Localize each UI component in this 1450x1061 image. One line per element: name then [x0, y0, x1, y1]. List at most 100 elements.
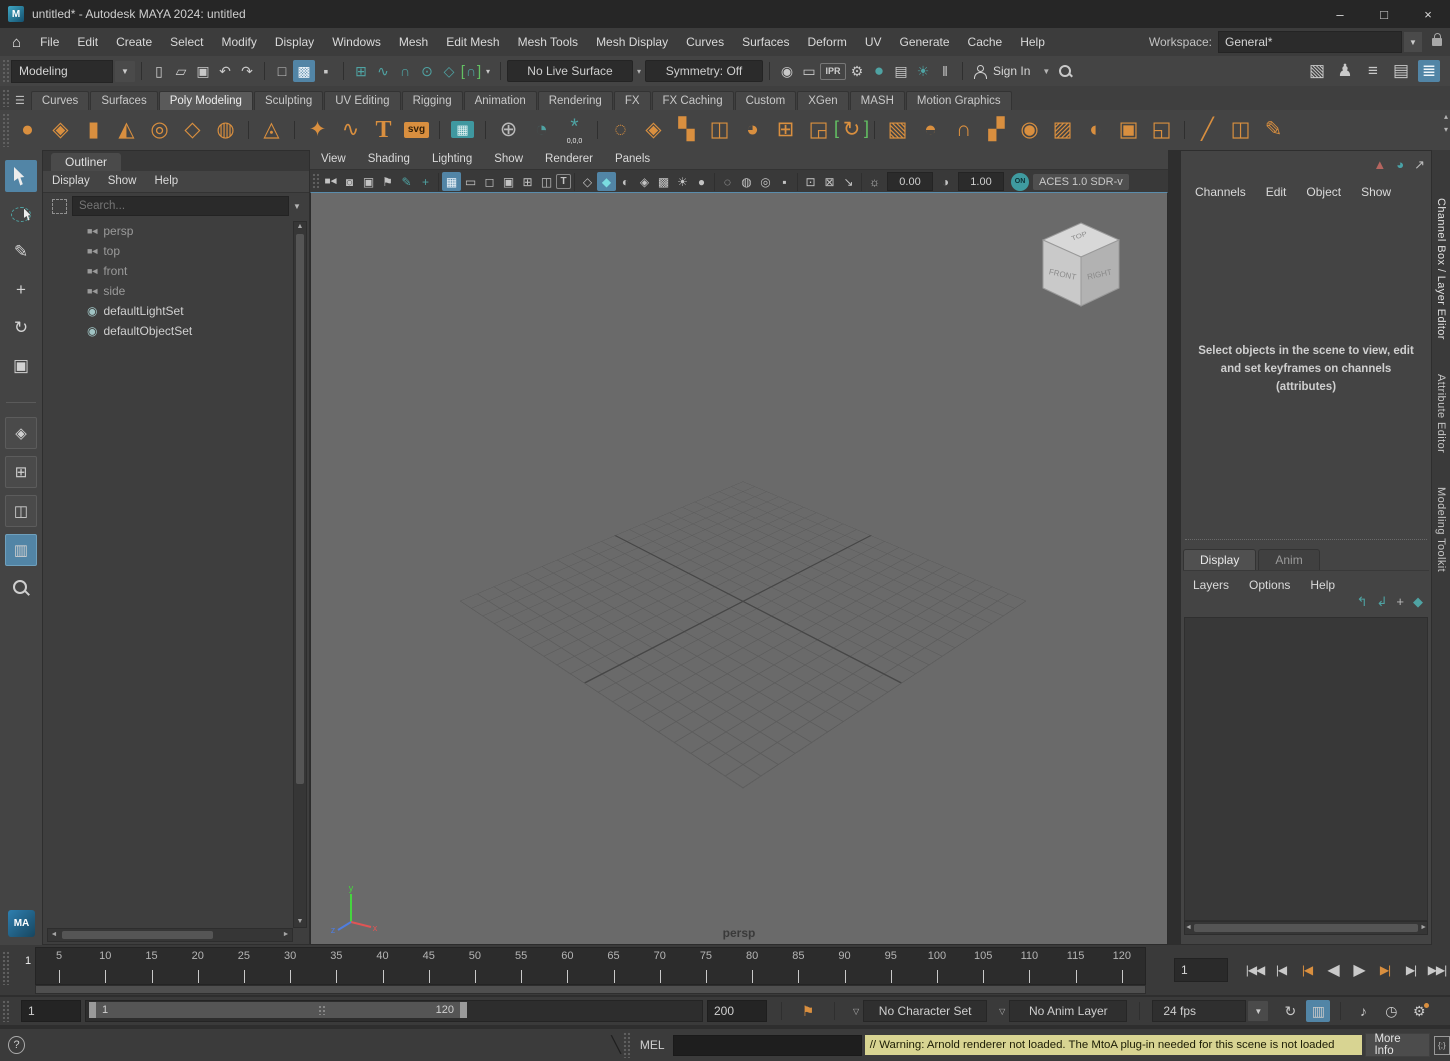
smooth-shade-button[interactable]: ◆	[597, 172, 616, 191]
shelf-scroll-arrows[interactable]: ▴ ▾	[1444, 112, 1448, 134]
plane-slice-button[interactable]: ↘	[839, 172, 858, 191]
step-forward-key-button[interactable]: ▶|	[1372, 957, 1398, 983]
viewport-menu-item[interactable]: Show	[483, 146, 534, 173]
scale-tool[interactable]: ▣	[5, 350, 37, 382]
resize-grip-icon[interactable]: ╲	[611, 1035, 621, 1055]
pivot-icon[interactable]: +	[416, 172, 435, 191]
shelf-tab[interactable]: Poly Modeling	[159, 91, 253, 110]
shadows-button[interactable]: ●	[692, 172, 711, 191]
snap-to-view-plane-button[interactable]: ◇	[438, 60, 460, 82]
use-all-lights-button[interactable]: ◈	[635, 172, 654, 191]
step-back-key-button[interactable]: |◀	[1294, 957, 1320, 983]
shelf-tab[interactable]: MASH	[850, 91, 905, 110]
pause-viewport-button[interactable]: ‖	[934, 60, 956, 82]
poly-helix-icon[interactable]: ∿	[334, 113, 367, 147]
menu-item[interactable]: Edit Mesh	[437, 29, 508, 56]
scrollbar-thumb[interactable]	[1194, 924, 1418, 932]
viewport-menu-item[interactable]: Shading	[357, 146, 421, 173]
search-icon[interactable]	[1058, 64, 1073, 79]
sculpt-pen-icon[interactable]: ✎	[1257, 113, 1290, 147]
playback-options-button[interactable]: ▥	[1306, 1000, 1330, 1022]
evaluation-mode-button[interactable]: ⚙	[1407, 1000, 1431, 1022]
layer-editor-button[interactable]: ≣	[1418, 60, 1440, 82]
color-management-toggle[interactable]: ON	[1011, 173, 1029, 191]
live-surface-field[interactable]: No Live Surface	[507, 60, 633, 82]
symmetry-field[interactable]: Symmetry: Off	[645, 60, 763, 82]
gamma-icon[interactable]: ◑	[936, 172, 955, 191]
channel-box-button[interactable]: ≡	[1362, 60, 1384, 82]
render-view-button[interactable]: ◉	[776, 60, 798, 82]
new-scene-button[interactable]: ▯	[148, 60, 170, 82]
channel-box-menu-item[interactable]: Channels	[1185, 179, 1256, 206]
shelf-tab[interactable]: Rigging	[402, 91, 463, 110]
poly-disc-icon[interactable]: ◍	[209, 113, 242, 147]
menu-item[interactable]: UV	[856, 29, 891, 56]
play-backwards-button[interactable]: ◀	[1320, 957, 1346, 983]
range-center-grip[interactable]	[318, 1005, 326, 1015]
outliner-vertical-scrollbar[interactable]: ▲ ▼	[293, 221, 307, 928]
current-frame-field[interactable]	[1174, 958, 1228, 982]
render-current-frame-button[interactable]: ▭	[798, 60, 820, 82]
search-caret-icon[interactable]: ▼	[289, 202, 305, 211]
animation-start-field[interactable]	[21, 1000, 81, 1022]
workspace-lock-icon[interactable]	[1432, 38, 1442, 46]
panel-splitter[interactable]	[1185, 539, 1427, 540]
anim-layer-select[interactable]: No Anim Layer	[1009, 1000, 1127, 1022]
outliner-menu-item[interactable]: Show	[99, 168, 146, 195]
make-object-live-button[interactable]: ∩	[460, 60, 482, 82]
layer-editor-scrollbar[interactable]: ◄ ►	[1184, 921, 1428, 935]
safe-action-button[interactable]: ◫	[537, 172, 556, 191]
motion-blur-button[interactable]: ◍	[737, 172, 756, 191]
undo-button[interactable]: ↶	[214, 60, 236, 82]
xray-button[interactable]: ⊡	[801, 172, 820, 191]
script-editor-button[interactable]: {;}	[1434, 1036, 1450, 1055]
grid-toggle-button[interactable]: ▦	[442, 172, 461, 191]
paint-select-tool[interactable]: ✎	[5, 236, 37, 268]
outliner-persp-layout-button[interactable]: ▥	[5, 534, 37, 566]
channel-box-menu-item[interactable]: Show	[1351, 179, 1401, 206]
outliner-item[interactable]: ◉defaultLightSet	[47, 301, 293, 321]
resolution-gate-button[interactable]: ◻	[480, 172, 499, 191]
extrude-icon[interactable]: ▧	[881, 113, 914, 147]
exposure-field[interactable]: 0.00	[887, 172, 933, 191]
time-ruler[interactable]: 5101520253035404550556065707580859095100…	[35, 947, 1146, 985]
camera-attributes-icon[interactable]: ▣	[359, 172, 378, 191]
textured-button[interactable]: ◐	[616, 172, 635, 191]
uv-editor-icon[interactable]: ▦	[446, 113, 479, 147]
menu-item[interactable]: Generate	[890, 29, 958, 56]
shelf-scroll-down-icon[interactable]: ▾	[1444, 125, 1448, 134]
poly-cylinder-icon[interactable]: ▮	[77, 113, 110, 147]
select-tool[interactable]	[5, 160, 37, 192]
lasso-tool[interactable]	[5, 198, 37, 230]
audio-button[interactable]: ♪	[1351, 1000, 1375, 1022]
sign-in-button[interactable]: Sign In ▼	[969, 60, 1058, 82]
poly-sphere-icon[interactable]: ●	[11, 113, 44, 147]
step-back-frame-button[interactable]: |◀	[1268, 957, 1294, 983]
light-editor-button[interactable]: ☀	[912, 60, 934, 82]
gamma-field[interactable]: 1.00	[958, 172, 1004, 191]
two-pane-layout-button[interactable]: ◫	[5, 495, 37, 527]
occlusion-button[interactable]: ◌	[718, 172, 737, 191]
super-shape-icon[interactable]: ✦	[301, 113, 334, 147]
menu-item[interactable]: Deform	[798, 29, 855, 56]
shelf-tab[interactable]: Animation	[464, 91, 537, 110]
combine-icon[interactable]: ◈	[637, 113, 670, 147]
menu-item[interactable]: Edit	[68, 29, 107, 56]
viewport-menu-item[interactable]: Panels	[604, 146, 661, 173]
render-setup-button[interactable]: ▤	[890, 60, 912, 82]
snap-to-curve-button[interactable]: ∿	[372, 60, 394, 82]
layer-editor-tab[interactable]: Anim	[1258, 549, 1319, 570]
loop-playback-button[interactable]: ↻	[1278, 1000, 1302, 1022]
multi-cut-icon[interactable]: ▞	[980, 113, 1013, 147]
shelf-scroll-up-icon[interactable]: ▴	[1444, 112, 1448, 121]
shelf-tab[interactable]: XGen	[797, 91, 848, 110]
crease-tool-icon[interactable]: ╱	[1191, 113, 1224, 147]
poly-torus-icon[interactable]: ◎	[143, 113, 176, 147]
menu-item[interactable]: Mesh Tools	[509, 29, 587, 56]
go-to-end-button[interactable]: ▶▶|	[1424, 957, 1450, 983]
layer-list[interactable]	[1184, 617, 1428, 921]
field-chart-button[interactable]: ⊞	[518, 172, 537, 191]
workspace-caret[interactable]: ▼	[1404, 32, 1422, 52]
panel-divider[interactable]	[1168, 150, 1180, 945]
reset-transform-icon[interactable]: ◔	[525, 113, 558, 147]
